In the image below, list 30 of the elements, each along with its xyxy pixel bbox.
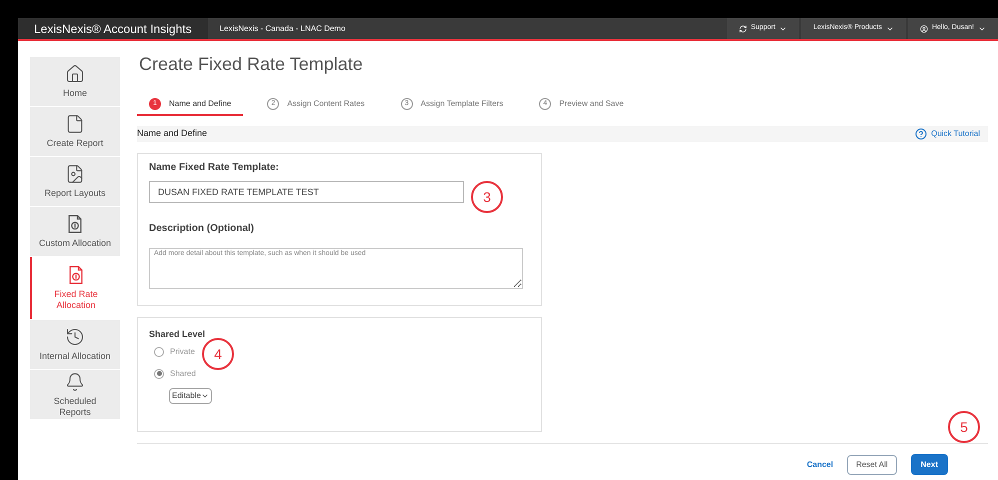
cancel-link[interactable]: Cancel [806, 458, 834, 470]
support-icon [738, 24, 747, 32]
home-icon [65, 64, 85, 84]
annotation-marker: 5 [948, 411, 980, 443]
help-icon [915, 128, 928, 140]
app-title: LexisNexis® Account Insights [18, 18, 208, 39]
page-title: Create Fixed Rate Template [139, 53, 364, 76]
account-context: LexisNexis - Canada - LNAC Demo [218, 22, 346, 34]
field-label: Shared Level [149, 328, 206, 341]
name-input[interactable]: DUSAN FIXED RATE TEMPLATE TEST [149, 181, 464, 203]
reset-button[interactable]: Reset All [847, 454, 897, 474]
section-title: Name and Define [137, 127, 208, 140]
sidebar-item[interactable]: Create Report [30, 107, 120, 156]
next-button[interactable]: Next [910, 454, 948, 475]
permission-select[interactable]: Editable [169, 388, 212, 404]
annotation-marker: 4 [202, 338, 234, 370]
document-icon [65, 114, 85, 134]
user-icon [920, 24, 928, 32]
field-label: Name Fixed Rate Template: [149, 161, 280, 175]
tutorial-link[interactable]: Quick Tutorial [915, 128, 988, 140]
sidebar-item[interactable]: Home [30, 57, 120, 106]
sidebar-item[interactable]: Custom Allocation [30, 207, 120, 256]
sidebar-item[interactable]: Internal Allocation [30, 320, 120, 369]
document-icon [65, 164, 85, 184]
sidebar-item[interactable]: Report Layouts [30, 157, 120, 206]
sidebar-item[interactable]: Scheduled Reports [30, 370, 120, 419]
field-label: Description (Optional) [149, 222, 255, 236]
bell-icon [65, 372, 85, 392]
annotation-marker: 3 [471, 181, 503, 213]
history-icon [65, 327, 85, 347]
